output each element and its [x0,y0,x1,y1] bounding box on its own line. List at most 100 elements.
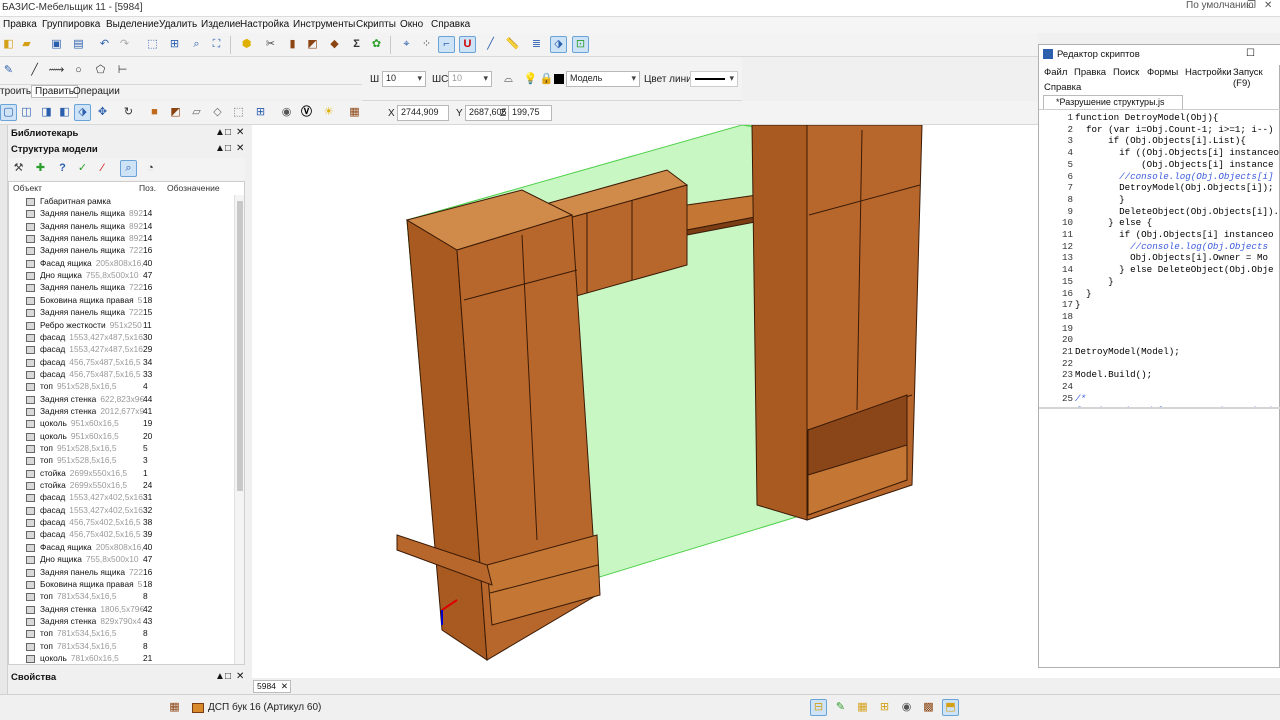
maximize-icon[interactable]: ☐ [1246,48,1255,59]
table-row[interactable]: Задняя панель ящика 892 14 [9,221,237,233]
line-tool-icon[interactable]: ╱ [482,36,499,53]
column-pos[interactable]: Поз. [139,183,156,193]
view-front-icon[interactable]: ▢ [0,104,17,121]
code-line[interactable]: (Obj.Objects[i] instance [1075,159,1273,170]
editor-menu-item[interactable]: Файл [1044,67,1067,78]
table-row[interactable]: Задняя панель ящика 892 14 [9,208,237,220]
tab-build[interactable]: троить [0,86,31,97]
rotate-icon[interactable]: ↻ [120,104,137,121]
status-icon-6[interactable]: ▩ [920,699,937,716]
table-row[interactable]: Фасад ящика 205x808x16, 40 [9,542,237,554]
ruler-icon[interactable]: 📏 [504,36,521,53]
pentagon-icon[interactable]: ⬠ [92,62,109,79]
document-tab[interactable]: 5984 ✕ [253,680,291,693]
code-line[interactable]: if (Obj.Objects[i] instanceo [1075,229,1273,240]
code-line[interactable]: //console.log(Obj.Objects [1075,241,1268,252]
view-top-icon[interactable]: ◫ [18,104,35,121]
tree-scrollbar[interactable] [234,195,244,664]
snap-icon[interactable]: ⌖ [398,36,415,53]
sh-field[interactable]: 10 [382,71,426,87]
table-row[interactable]: Задняя панель ящика 722 16 [9,245,237,257]
code-area[interactable]: 1 function DetroyModel(Obj){2 for (var i=… [1039,109,1280,409]
table-row[interactable]: фасад 1553,427x402,5x16 32 [9,505,237,517]
layer-select[interactable]: Модель [566,71,640,87]
editor-menu-item[interactable]: Формы [1147,67,1178,78]
cut-icon[interactable]: ✂ [262,36,279,53]
check-icon[interactable]: Ⓥ [298,104,315,121]
table-row[interactable]: Дно ящика 755,8x500x10 47 [9,270,237,282]
edit-icon[interactable]: ✎ [0,62,17,79]
code-line[interactable]: DeleteObject(Obj.Objects[i]). [1075,206,1279,217]
table-row[interactable]: цоколь 951x60x16,5 20 [9,431,237,443]
lock-icon[interactable]: 🔒 [538,71,555,88]
help-icon[interactable]: ? [54,160,71,177]
table-row[interactable]: Боковина ящика правая 5 18 [9,579,237,591]
table-row[interactable]: топ 781x534,5x16,5 8 [9,641,237,653]
tab-edit[interactable]: Править [31,85,78,98]
view-iso-icon[interactable]: ⬗ [74,104,91,121]
save-icon[interactable]: ▣ [48,36,65,53]
menu-item[interactable]: Окно [400,19,423,30]
structure-tree[interactable]: Объект Поз. Обозначение Габаритная рамка… [8,181,245,665]
light-icon[interactable]: ☀ [320,104,337,121]
close-icon[interactable]: ✕ [236,143,244,154]
float-icon[interactable]: □ [225,671,231,682]
close-icon[interactable]: ✕ [236,671,244,682]
code-line[interactable]: } else { [1075,217,1152,228]
open-folder-icon[interactable]: ▰ [18,36,35,53]
table-row[interactable]: Задняя стенка 2012,677x9 41 [9,406,237,418]
menu-item[interactable]: Инструменты [293,19,355,30]
table-row[interactable]: стойка 2699x550x16,5 1 [9,468,237,480]
table-row[interactable]: Габаритная рамка [9,196,237,208]
table-row[interactable]: фасад 456,75x487,5x16,5 34 [9,357,237,369]
xray-icon[interactable]: ⬚ [230,104,247,121]
hexagon-icon[interactable]: ⬢ [238,36,255,53]
table-row[interactable]: цоколь 951x60x16,5 19 [9,418,237,430]
undo-icon[interactable]: ↶ [96,36,113,53]
bulb-icon[interactable]: 💡 [522,71,539,88]
table-row[interactable]: Боковина ящика правая 5 18 [9,295,237,307]
box-icon[interactable]: ◆ [326,36,343,53]
table-row[interactable]: фасад 1553,427x487,5x16 29 [9,344,237,356]
table-row[interactable]: Задняя панель ящика 892 14 [9,233,237,245]
close-icon[interactable]: ✕ [1264,0,1272,11]
script-editor-window[interactable]: Редактор скриптов ☐ Файл Правка Поиск Фо… [1038,44,1280,668]
close-icon[interactable]: ✕ [236,127,244,138]
code-line[interactable]: //console.log(Obj.Objects[i] [1075,171,1273,182]
pin-icon[interactable]: ▲ [215,671,225,682]
preset-label[interactable]: По умолчанию [1186,0,1254,11]
code-line[interactable]: DetroyModel(Obj.Objects[i]); [1075,182,1273,193]
grid-icon[interactable]: ⁘ [418,36,435,53]
table-row[interactable]: топ 951x528,5x16,5 3 [9,455,237,467]
menu-item[interactable]: Правка [3,19,37,30]
board-icon[interactable]: ◩ [304,36,321,53]
code-line[interactable]: if (Obj.Objects[i].List){ [1075,135,1246,146]
shade-edges-icon[interactable]: ◩ [167,104,184,121]
status-icon-1[interactable]: ⊟ [810,699,827,716]
script-file-tab[interactable]: *Разрушение структуры.js [1043,95,1183,110]
table-row[interactable]: фасад 1553,427x402,5x16 31 [9,492,237,504]
table-row[interactable]: Задняя панель ящика 722 15 [9,307,237,319]
grid-view-icon[interactable]: ⊞ [252,104,269,121]
shade-solid-icon[interactable]: ■ [146,104,163,121]
code-line[interactable]: DetroyModel(Model); [1075,346,1180,357]
menu-item[interactable]: Изделие [201,19,241,30]
view-right-icon[interactable]: ◧ [56,104,73,121]
status-icon-7[interactable]: ⬒ [942,699,959,716]
view-3d-icon[interactable]: ⬗ [550,36,567,53]
tab-operations[interactable]: Операции [73,86,120,97]
material-icon[interactable]: ▦ [346,104,363,121]
line-color-select[interactable] [690,71,738,87]
column-designation[interactable]: Обозначение [167,183,220,193]
x-coord-field[interactable]: 2744,909 [397,105,449,121]
view-axes-icon[interactable]: ✥ [94,104,111,121]
tools-icon[interactable]: ⚒ [10,160,27,177]
render-icon[interactable]: ⊡ [572,36,589,53]
table-row[interactable]: фасад 456,75x402,5x16,5 39 [9,529,237,541]
zoom-icon[interactable]: ⌕ [188,36,205,53]
visibility-icon[interactable]: ◔ [142,160,159,177]
scroll-thumb[interactable] [237,201,243,491]
table-row[interactable]: Задняя панель ящика 722 16 [9,567,237,579]
view-left-icon[interactable]: ◨ [38,104,55,121]
table-row[interactable]: топ 951x528,5x16,5 4 [9,381,237,393]
